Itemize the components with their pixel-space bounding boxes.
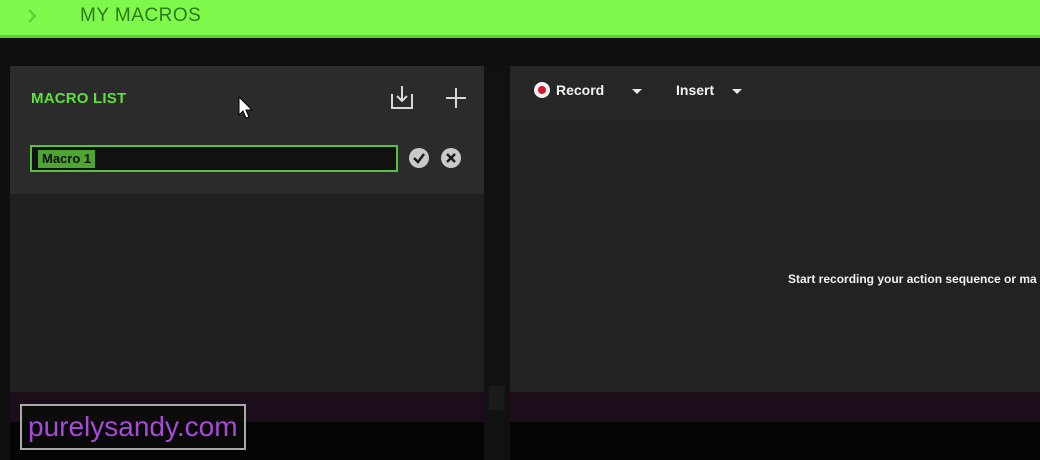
add-macro-icon[interactable] <box>444 86 468 110</box>
record-button[interactable]: Record <box>534 79 604 101</box>
empty-state-hint: Start recording your action sequence or … <box>788 272 1037 286</box>
chevron-right-icon[interactable] <box>22 6 42 26</box>
page-title: MY MACROS <box>80 5 202 26</box>
editor-body: Start recording your action sequence or … <box>510 120 1040 392</box>
watermark-text: purelysandy.com <box>28 411 238 442</box>
record-icon <box>534 82 550 98</box>
macro-name-selected-text: Macro 1 <box>38 150 96 168</box>
macro-list-panel: MACRO LIST Macro 1 <box>10 66 484 460</box>
panel-divider[interactable] <box>484 66 510 460</box>
import-icon[interactable] <box>390 84 414 110</box>
mouse-cursor-icon <box>238 96 254 119</box>
editor-toolbar: Record Insert <box>510 66 1040 120</box>
macro-name-input[interactable]: Macro 1 <box>30 145 398 172</box>
insert-label: Insert <box>676 82 715 98</box>
watermark: purelysandy.com <box>20 404 246 450</box>
cancel-icon[interactable] <box>440 147 462 169</box>
resize-handle[interactable] <box>489 386 505 410</box>
macro-editor-panel: Record Insert Start recording your actio… <box>510 66 1040 460</box>
record-label: Record <box>556 82 605 98</box>
right-footer <box>510 392 1040 460</box>
macro-edit-row: Macro 1 <box>10 120 484 194</box>
insert-dropdown-icon[interactable] <box>732 89 742 94</box>
record-dropdown-icon[interactable] <box>632 89 642 94</box>
macro-list-title: MACRO LIST <box>31 90 127 107</box>
macro-list-area <box>10 194 484 392</box>
top-bar: MY MACROS <box>0 0 1040 38</box>
confirm-icon[interactable] <box>408 147 430 169</box>
insert-button[interactable]: Insert <box>676 79 714 101</box>
